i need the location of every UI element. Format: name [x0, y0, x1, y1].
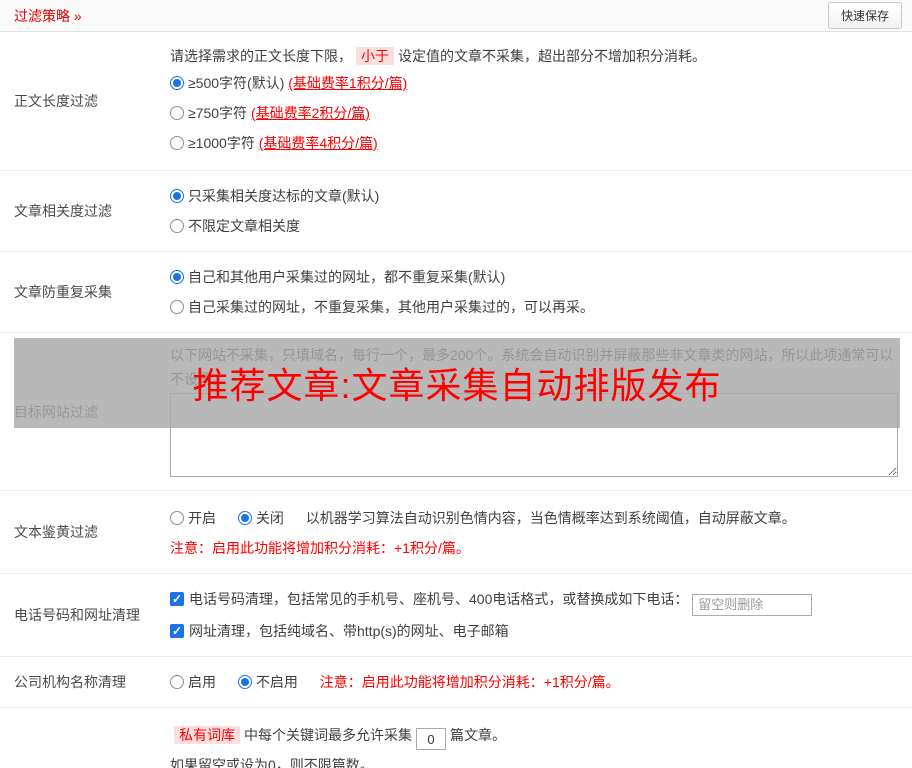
row-dedup-collection: 文章防重复采集 自己和其他用户采集过的网址，都不重复采集(默认) 自己采集过的网…	[0, 252, 912, 333]
dedup-content: 自己和其他用户采集过的网址，都不重复采集(默认) 自己采集过的网址，不重复采集，…	[170, 252, 912, 332]
row-phone-url-clean: 电话号码和网址清理 电话号码清理，包括常见的手机号、座机号、400电话格式，或替…	[0, 574, 912, 657]
keyword-limit-line1-mid: 中每个关键词最多允许采集	[244, 726, 412, 743]
row-body-length-filter: 正文长度过滤 请选择需求的正文长度下限， 小于 设定值的文章不采集，超出部分不增加积…	[0, 32, 912, 171]
row-keyword-limit: 关键词防重复采集 私有词库中每个关键词最多允许采集 篇文章。 如果留空或设为0，则…	[0, 708, 912, 768]
option-company-on[interactable]: 启用	[170, 674, 220, 690]
intro-pre: 请选择需求的正文长度下限，	[170, 48, 352, 64]
site-filter-label: 目标网站过滤	[14, 403, 98, 420]
option-phone-clean[interactable]: 电话号码清理，包括常见的手机号、座机号、400电话格式，或替换成如下电话：	[170, 591, 692, 607]
option-porn-on[interactable]: 开启	[170, 510, 220, 526]
option-min-750[interactable]: ≥750字符 (基础费率2积分/篇)	[170, 98, 898, 128]
quick-save-button[interactable]: 快速保存	[827, 2, 902, 29]
porn-filter-options: 开启 关闭 以机器学习算法自动识别色情内容，当色情概率达到系统阈值，自动屏蔽文章…	[170, 503, 898, 533]
porn-filter-cost-note: 注意：启用此功能将增加积分消耗：+1积分/篇。	[170, 540, 470, 556]
row-site-filter: 目标网站过滤 以下网站不采集，只填域名，每行一个，最多200个。系统会自动识别并…	[0, 333, 912, 491]
site-filter-content: 以下网站不采集，只填域名，每行一个，最多200个。系统会自动识别并屏蔽那些非文章…	[170, 333, 912, 490]
option-min-750-note: (基础费率2积分/篇)	[250, 105, 370, 121]
company-clean-cost-note: 注意：启用此功能将增加积分消耗：+1积分/篇。	[319, 673, 620, 690]
keyword-limit-line1: 私有词库中每个关键词最多允许采集 篇文章。	[170, 720, 898, 750]
phone-clean-line: 电话号码清理，包括常见的手机号、座机号、400电话格式，或替换成如下电话：	[170, 584, 898, 616]
option-dedup-all-users[interactable]: 自己和其他用户采集过的网址，都不重复采集(默认)	[170, 262, 898, 292]
option-company-on-label: 启用	[188, 673, 216, 690]
blocked-sites-textarea[interactable]	[170, 393, 898, 477]
radio-dedup-self-only[interactable]	[170, 300, 184, 314]
company-clean-content: 启用 不启用 注意：启用此功能将增加积分消耗：+1积分/篇。	[170, 657, 912, 707]
radio-relevance-unlimited[interactable]	[170, 219, 184, 233]
option-relevance-default[interactable]: 只采集相关度达标的文章(默认)	[170, 181, 898, 211]
option-min-750-label: ≥750字符	[188, 105, 251, 121]
option-min-1000-note: (基础费率4积分/篇)	[258, 135, 378, 151]
site-filter-description: 以下网站不采集，只填域名，每行一个，最多200个。系统会自动识别并屏蔽那些非文章…	[170, 347, 894, 387]
option-porn-off[interactable]: 关闭	[237, 510, 288, 526]
body-length-intro: 请选择需求的正文长度下限， 小于 设定值的文章不采集，超出部分不增加积分消耗。	[170, 44, 898, 68]
porn-filter-content: 开启 关闭 以机器学习算法自动识别色情内容，当色情概率达到系统阈值，自动屏蔽文章…	[170, 491, 912, 573]
option-relevance-unlimited[interactable]: 不限定文章相关度	[170, 211, 898, 241]
radio-min-750[interactable]	[170, 106, 184, 120]
option-company-off-label: 不启用	[255, 673, 298, 690]
checkbox-phone-clean[interactable]	[170, 592, 184, 606]
phone-url-clean-label: 电话号码和网址清理	[14, 606, 140, 623]
keyword-limit-line1-end: 篇文章。	[450, 726, 506, 743]
keyword-limit-line2: 如果留空或设为0，则不限篇数。	[170, 757, 374, 768]
radio-company-off[interactable]	[237, 674, 252, 689]
relevance-content: 只采集相关度达标的文章(默认) 不限定文章相关度	[170, 171, 912, 251]
less-than-highlight: 小于	[356, 47, 394, 65]
option-porn-off-label: 关闭	[255, 510, 284, 526]
option-min-500-label: ≥500字符(默认)	[188, 75, 289, 91]
option-company-off[interactable]: 不启用	[237, 673, 302, 690]
relevance-label: 文章相关度过滤	[14, 203, 112, 219]
option-min-1000[interactable]: ≥1000字符 (基础费率4积分/篇)	[170, 128, 898, 158]
private-thesaurus-highlight: 私有词库	[174, 725, 240, 744]
radio-min-500[interactable]	[170, 76, 184, 90]
option-porn-on-label: 开启	[188, 510, 216, 526]
url-clean-text: 网址清理，包括纯域名、带http(s)的网址、电子邮箱	[189, 622, 509, 639]
dedup-label: 文章防重复采集	[14, 284, 112, 300]
phone-url-clean-content: 电话号码清理，包括常见的手机号、座机号、400电话格式，或替换成如下电话： 网址…	[170, 574, 912, 656]
url-clean-line: 网址清理，包括纯域名、带http(s)的网址、电子邮箱	[170, 616, 898, 646]
topbar: 过滤策略 » 快速保存	[0, 0, 912, 32]
option-relevance-default-label: 只采集相关度达标的文章(默认)	[188, 188, 380, 204]
body-length-label: 正文长度过滤	[14, 93, 98, 109]
option-dedup-self-only-label: 自己采集过的网址，不重复采集，其他用户采集过的，可以再采。	[188, 299, 594, 315]
radio-min-1000[interactable]	[170, 136, 184, 150]
keyword-limit-label: 关键词防重复采集	[0, 708, 170, 768]
row-relevance-filter: 文章相关度过滤 只采集相关度达标的文章(默认) 不限定文章相关度	[0, 171, 912, 252]
radio-dedup-all-users[interactable]	[170, 270, 184, 284]
radio-porn-on[interactable]	[170, 511, 184, 525]
option-min-500[interactable]: ≥500字符(默认) (基础费率1积分/篇)	[170, 68, 898, 98]
company-clean-label: 公司机构名称清理	[14, 673, 126, 690]
radio-company-on[interactable]	[170, 674, 184, 689]
radio-porn-off[interactable]	[237, 511, 252, 525]
company-clean-line: 启用 不启用 注意：启用此功能将增加积分消耗：+1积分/篇。	[170, 667, 898, 697]
option-url-clean[interactable]: 网址清理，包括纯域名、带http(s)的网址、电子邮箱	[170, 623, 509, 639]
row-porn-filter: 文本鉴黄过滤 开启 关闭 以机器学习算法自动识别色情内容，当色情概率达到系统阈值…	[0, 491, 912, 574]
row-company-clean: 公司机构名称清理 启用 不启用 注意：启用此功能将增加积分消耗：+1积分/篇。	[0, 657, 912, 708]
option-dedup-all-users-label: 自己和其他用户采集过的网址，都不重复采集(默认)	[188, 269, 506, 285]
option-dedup-self-only[interactable]: 自己采集过的网址，不重复采集，其他用户采集过的，可以再采。	[170, 292, 898, 322]
filter-strategy-page: 过滤策略 » 快速保存 正文长度过滤 请选择需求的正文长度下限， 小于 设定值的文章…	[0, 0, 912, 768]
body-length-content: 请选择需求的正文长度下限， 小于 设定值的文章不采集，超出部分不增加积分消耗。 ≥5…	[170, 32, 912, 170]
filter-strategy-title[interactable]: 过滤策略 »	[14, 6, 82, 26]
porn-filter-description: 以机器学习算法自动识别色情内容，当色情概率达到系统阈值，自动屏蔽文章。	[305, 510, 796, 526]
option-min-500-note: (基础费率1积分/篇)	[288, 75, 408, 91]
porn-filter-label: 文本鉴黄过滤	[14, 524, 98, 540]
phone-clean-text: 电话号码清理，包括常见的手机号、座机号、400电话格式，或替换成如下电话：	[189, 591, 689, 607]
keyword-limit-input[interactable]	[416, 728, 446, 750]
phone-replacement-input[interactable]	[692, 593, 813, 616]
keyword-limit-content: 私有词库中每个关键词最多允许采集篇文章。 如果留空或设为0，则不限篇数。 如果设…	[170, 708, 912, 768]
intro-post: 设定值的文章不采集，超出部分不增加积分消耗。	[398, 48, 706, 64]
option-min-1000-label: ≥1000字符	[188, 135, 259, 151]
option-relevance-unlimited-label: 不限定文章相关度	[188, 218, 300, 234]
checkbox-url-clean[interactable]	[170, 623, 184, 638]
radio-relevance-default[interactable]	[170, 189, 184, 203]
